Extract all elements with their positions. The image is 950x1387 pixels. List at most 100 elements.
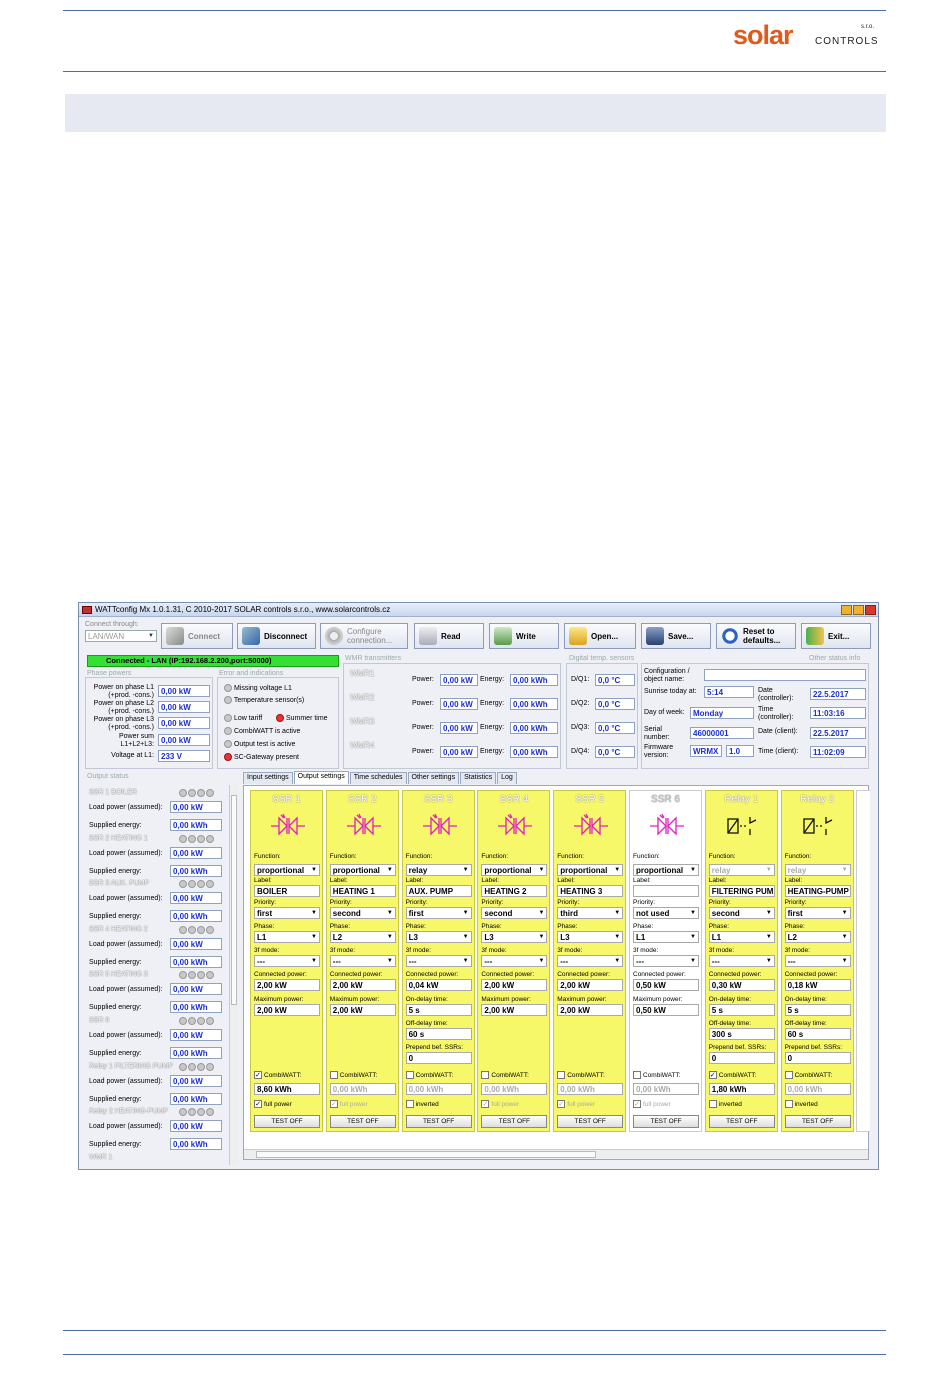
- conn-power-field[interactable]: 0,18 kW: [784, 979, 851, 991]
- tab-statistics[interactable]: Statistics: [460, 772, 497, 784]
- function-select[interactable]: proportional: [481, 864, 548, 876]
- conn-power-field[interactable]: 0,04 kW: [405, 979, 472, 991]
- combiwatt-checkbox[interactable]: ✓ CombiWATT:: [708, 1071, 756, 1079]
- full-power-checkbox[interactable]: ✓ full power: [557, 1100, 595, 1108]
- mode3f-select[interactable]: ---: [254, 955, 320, 967]
- max-power-field[interactable]: 2,00 kW: [329, 1004, 396, 1016]
- test-off-button[interactable]: TEST OFF: [254, 1115, 320, 1128]
- label-field[interactable]: BOILER: [254, 885, 320, 897]
- max-power-field[interactable]: 2,00 kW: [557, 1004, 624, 1016]
- mode3f-select[interactable]: ---: [329, 955, 396, 967]
- conn-power-field[interactable]: 0,50 kW: [633, 979, 699, 991]
- phase-select[interactable]: L1: [254, 931, 320, 943]
- tab-log[interactable]: Log: [497, 772, 517, 784]
- conn-power-field[interactable]: 2,00 kW: [254, 979, 320, 991]
- combiwatt-checkbox[interactable]: ✓ CombiWATT:: [254, 1071, 302, 1079]
- priority-select[interactable]: third: [557, 907, 624, 919]
- label-field[interactable]: HEATING 2: [481, 885, 548, 897]
- function-select[interactable]: proportional: [329, 864, 396, 876]
- mode3f-select[interactable]: ---: [481, 955, 548, 967]
- disconnect-button[interactable]: Disconnect: [237, 623, 316, 649]
- function-select[interactable]: proportional: [557, 864, 624, 876]
- test-off-button[interactable]: TEST OFF: [708, 1115, 775, 1128]
- label-field[interactable]: HEATING 3: [557, 885, 624, 897]
- off-delay-field[interactable]: 60 s: [405, 1028, 472, 1040]
- save-button[interactable]: Save...: [641, 623, 711, 649]
- tab-time-schedules[interactable]: Time schedules: [349, 772, 407, 784]
- inverted-checkbox[interactable]: inverted: [405, 1100, 439, 1108]
- on-delay-field[interactable]: 5 s: [708, 1004, 775, 1016]
- conn-power-field[interactable]: 2,00 kW: [557, 979, 624, 991]
- test-off-button[interactable]: TEST OFF: [784, 1115, 851, 1128]
- exit-button[interactable]: Exit...: [801, 623, 871, 649]
- conn-power-field[interactable]: 0,30 kW: [708, 979, 775, 991]
- minimize-icon[interactable]: [841, 605, 852, 615]
- mode3f-select[interactable]: ---: [557, 955, 624, 967]
- function-select[interactable]: proportional: [254, 864, 320, 876]
- tab-input-settings[interactable]: Input settings: [243, 772, 293, 784]
- priority-select[interactable]: second: [708, 907, 775, 919]
- off-delay-field[interactable]: 300 s: [708, 1028, 775, 1040]
- horizontal-scrollbar[interactable]: [244, 1149, 868, 1159]
- label-field[interactable]: FILTERING PUM: [708, 885, 775, 897]
- test-off-button[interactable]: TEST OFF: [405, 1115, 472, 1128]
- connect-through-select[interactable]: LAN/WAN: [85, 630, 157, 642]
- tab-output-settings[interactable]: Output settings: [293, 771, 349, 784]
- off-delay-field[interactable]: 60 s: [784, 1028, 851, 1040]
- label-field[interactable]: HEATING-PUMP: [784, 885, 851, 897]
- max-power-field[interactable]: 2,00 kW: [481, 1004, 548, 1016]
- mode3f-select[interactable]: ---: [405, 955, 472, 967]
- scrollbar-thumb[interactable]: [256, 1151, 596, 1158]
- on-delay-field[interactable]: 5 s: [784, 1004, 851, 1016]
- combiwatt-checkbox[interactable]: CombiWATT:: [633, 1071, 681, 1079]
- priority-select[interactable]: first: [405, 907, 472, 919]
- label-field[interactable]: HEATING 1: [329, 885, 396, 897]
- phase-select[interactable]: L2: [784, 931, 851, 943]
- test-off-button[interactable]: TEST OFF: [633, 1115, 699, 1128]
- full-power-checkbox[interactable]: ✓ full power: [481, 1100, 519, 1108]
- phase-select[interactable]: L1: [708, 931, 775, 943]
- phase-select[interactable]: L3: [405, 931, 472, 943]
- function-select[interactable]: proportional: [633, 864, 699, 876]
- inverted-checkbox[interactable]: inverted: [708, 1100, 742, 1108]
- function-select[interactable]: relay: [784, 864, 851, 876]
- scrollbar-thumb[interactable]: [231, 795, 237, 1005]
- open-button[interactable]: Open...: [564, 623, 636, 649]
- combiwatt-checkbox[interactable]: CombiWATT:: [784, 1071, 832, 1079]
- priority-select[interactable]: not used: [633, 907, 699, 919]
- priority-select[interactable]: first: [784, 907, 851, 919]
- phase-select[interactable]: L3: [557, 931, 624, 943]
- function-select[interactable]: relay: [708, 864, 775, 876]
- priority-select[interactable]: second: [329, 907, 396, 919]
- combiwatt-checkbox[interactable]: CombiWATT:: [405, 1071, 453, 1079]
- prepend-field[interactable]: 0: [405, 1052, 472, 1064]
- close-icon[interactable]: [865, 605, 876, 615]
- maximize-icon[interactable]: [853, 605, 864, 615]
- label-field[interactable]: [633, 885, 699, 897]
- priority-select[interactable]: second: [481, 907, 548, 919]
- mode3f-select[interactable]: ---: [633, 955, 699, 967]
- configure-connection-button[interactable]: Configure connection...: [320, 623, 408, 649]
- mode3f-select[interactable]: ---: [708, 955, 775, 967]
- combiwatt-checkbox[interactable]: CombiWATT:: [481, 1071, 529, 1079]
- phase-select[interactable]: L3: [481, 931, 548, 943]
- prepend-field[interactable]: 0: [784, 1052, 851, 1064]
- mode3f-select[interactable]: ---: [784, 955, 851, 967]
- test-off-button[interactable]: TEST OFF: [329, 1115, 396, 1128]
- conn-power-field[interactable]: 2,00 kW: [481, 979, 548, 991]
- full-power-checkbox[interactable]: ✓ full power: [254, 1100, 292, 1108]
- label-field[interactable]: AUX. PUMP: [405, 885, 472, 897]
- priority-select[interactable]: first: [254, 907, 320, 919]
- read-button[interactable]: Read: [414, 623, 484, 649]
- phase-select[interactable]: L2: [329, 931, 396, 943]
- tab-other-settings[interactable]: Other settings: [407, 772, 460, 784]
- prepend-field[interactable]: 0: [708, 1052, 775, 1064]
- inverted-checkbox[interactable]: inverted: [784, 1100, 818, 1108]
- write-button[interactable]: Write: [489, 623, 559, 649]
- full-power-checkbox[interactable]: ✓ full power: [633, 1100, 671, 1108]
- max-power-field[interactable]: 2,00 kW: [254, 1004, 320, 1016]
- conn-power-field[interactable]: 2,00 kW: [329, 979, 396, 991]
- max-power-field[interactable]: 0,50 kW: [633, 1004, 699, 1016]
- output-status-scrollbar[interactable]: [229, 785, 238, 1165]
- config-name-field[interactable]: [704, 669, 866, 681]
